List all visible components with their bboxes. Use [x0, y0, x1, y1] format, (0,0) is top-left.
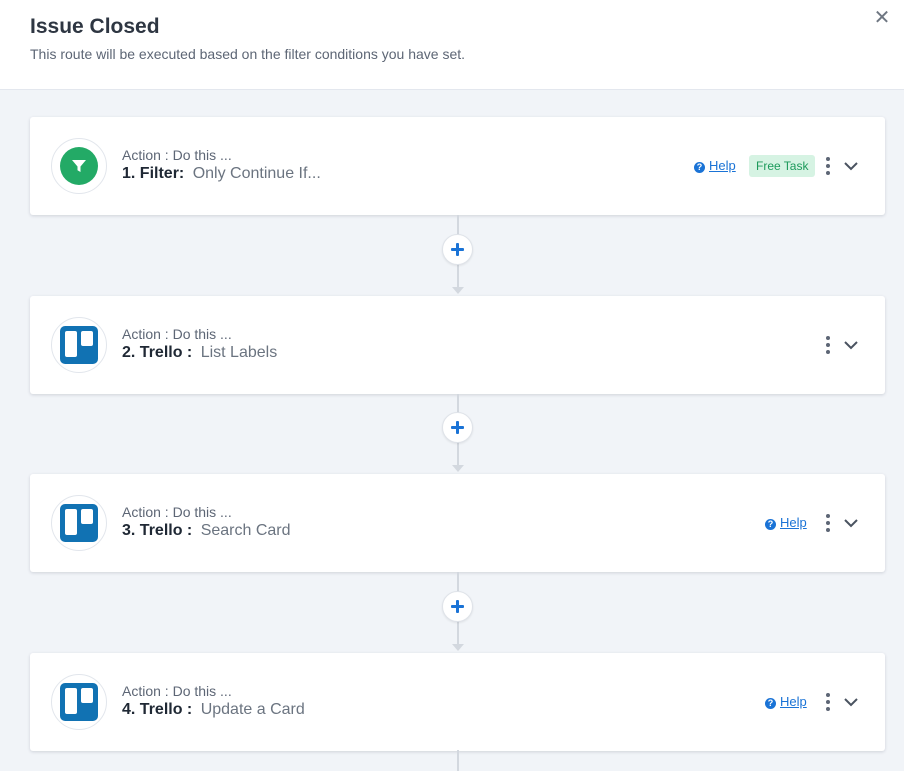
chevron-down-icon[interactable] [843, 158, 859, 174]
step-action: Update a Card [200, 701, 305, 718]
step-number: 3. [122, 522, 136, 539]
filter-icon [51, 138, 107, 194]
step-subtitle: Action : Do this ... [122, 683, 232, 699]
help-link[interactable]: ? Help [765, 694, 807, 709]
step-card-2[interactable]: Action : Do this ... 2. Trello : List La… [30, 296, 885, 394]
add-step-button[interactable] [442, 591, 473, 622]
step-action: Only Continue If... [192, 165, 321, 182]
step-app: Trello : [139, 701, 193, 718]
more-options-icon[interactable] [825, 157, 831, 175]
help-link[interactable]: ? Help [765, 515, 807, 530]
free-task-badge: Free Task [749, 155, 816, 177]
close-icon[interactable]: ✕ [872, 8, 892, 28]
step-title: 1. Filter: Only Continue If... [122, 165, 321, 183]
step-card-1[interactable]: Action : Do this ... 1. Filter: Only Con… [30, 117, 885, 215]
chevron-down-icon[interactable] [843, 515, 859, 531]
more-options-icon[interactable] [825, 336, 831, 354]
connector-arrow [452, 465, 464, 472]
step-app: Filter: [139, 165, 185, 182]
question-icon: ? [694, 162, 705, 173]
step-app: Trello : [139, 344, 193, 361]
add-step-button[interactable] [442, 412, 473, 443]
more-options-icon[interactable] [825, 693, 831, 711]
trello-icon [51, 317, 107, 373]
connector-arrow [452, 287, 464, 294]
step-number: 4. [122, 701, 136, 718]
step-card-3[interactable]: Action : Do this ... 3. Trello : Search … [30, 474, 885, 572]
question-icon: ? [765, 519, 776, 530]
step-number: 1. [122, 165, 136, 182]
step-number: 2. [122, 344, 136, 361]
more-options-icon[interactable] [825, 514, 831, 532]
step-title: 4. Trello : Update a Card [122, 701, 305, 719]
question-icon: ? [765, 698, 776, 709]
trello-icon [51, 674, 107, 730]
step-action: Search Card [200, 522, 291, 539]
add-step-button[interactable] [442, 234, 473, 265]
step-card-4[interactable]: Action : Do this ... 4. Trello : Update … [30, 653, 885, 751]
modal-header: Issue Closed This route will be executed… [0, 0, 904, 90]
step-title: 2. Trello : List Labels [122, 344, 277, 362]
connector-line [457, 750, 459, 771]
step-subtitle: Action : Do this ... [122, 147, 232, 163]
step-action: List Labels [200, 344, 278, 361]
step-title: 3. Trello : Search Card [122, 522, 291, 540]
help-link[interactable]: ? Help [694, 158, 736, 173]
page-subtitle: This route will be executed based on the… [30, 46, 466, 62]
connector-arrow [452, 644, 464, 651]
step-app: Trello : [139, 522, 193, 539]
trello-icon [51, 495, 107, 551]
page-title: Issue Closed [30, 15, 160, 38]
step-subtitle: Action : Do this ... [122, 326, 232, 342]
chevron-down-icon[interactable] [843, 694, 859, 710]
step-subtitle: Action : Do this ... [122, 504, 232, 520]
chevron-down-icon[interactable] [843, 337, 859, 353]
